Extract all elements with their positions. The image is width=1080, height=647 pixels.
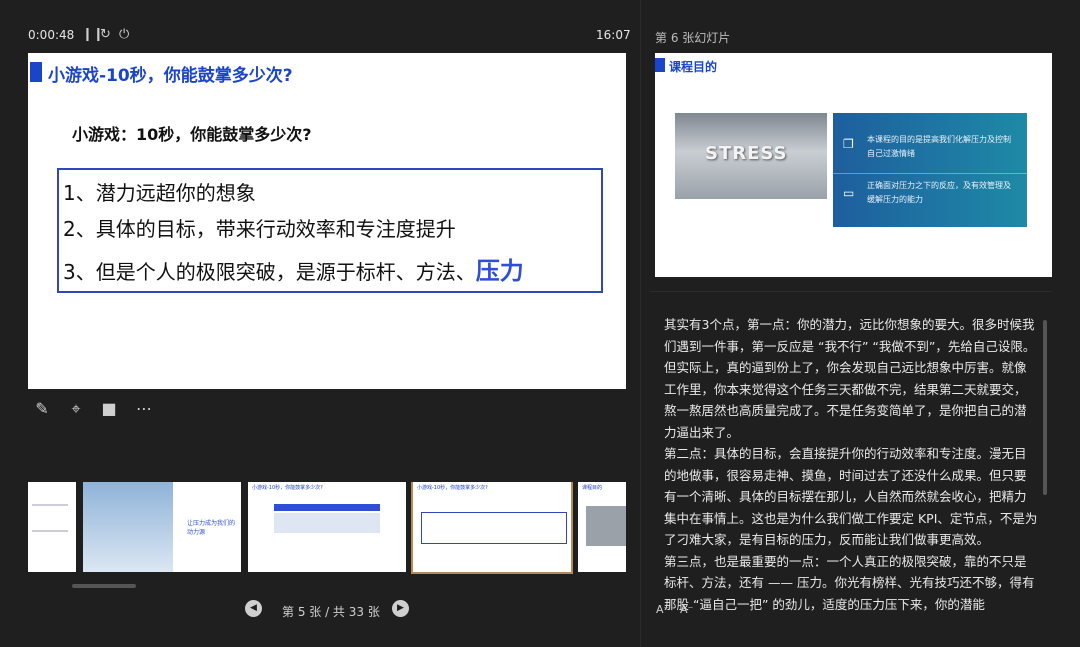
next-slide-label: 第 6 张幻灯片 <box>655 31 731 45</box>
speaker-notes[interactable]: 其实有3个点，第一点：你的潜力，远比你想象的要大。很多时候我们遇到一件事，第一反… <box>664 314 1038 615</box>
power-icon[interactable]: ⏻ <box>119 27 129 42</box>
point-1: 1、潜力远超你的想象 <box>63 181 256 205</box>
point-3: 3、但是个人的极限突破，是源于标杆、方法、压力 <box>63 251 524 286</box>
notes-paragraph-2: 第二点：具体的目标，会直接提升你的行动效率和专注度。漫无目的地做事，很容易走神、… <box>664 446 1038 547</box>
slide-title: 小游戏-10秒，你能鼓掌多少次? <box>48 66 293 86</box>
point-3-highlight: 压力 <box>475 257 524 285</box>
document-icon: ❐ <box>843 137 854 151</box>
thumbnail-6-current[interactable]: 小游戏-10秒，你能鼓掌多少次? <box>411 482 573 574</box>
thumbnail-scrollbar[interactable] <box>28 584 626 588</box>
slide-counter: 第 5 张 / 共 33 张 <box>282 605 380 619</box>
thumbnail-6-title: 小游戏-10秒，你能鼓掌多少次? <box>417 485 488 491</box>
scroll-thumb[interactable] <box>72 584 136 588</box>
stress-word: STRESS <box>705 143 788 164</box>
notes-paragraph-3: 第三点，也是最重要的一点：一个人真正的极限突破，靠的不只是标杆、方法，还有 ——… <box>664 553 1035 612</box>
thumbnail-4-title: 让压力成为我们的动力源 <box>187 520 236 536</box>
restart-icon[interactable]: ↻ <box>100 27 111 42</box>
next-slide-button[interactable]: ▶ <box>392 600 409 617</box>
notes-paragraph-1: 其实有3个点，第一点：你的潜力，远比你想象的要大。很多时候我们遇到一件事，第一反… <box>664 317 1036 440</box>
point-3-text: 3、但是个人的极限突破，是源于标杆、方法、 <box>63 260 476 284</box>
prev-slide-button[interactable]: ◀ <box>245 600 262 617</box>
next-slide-title: 课程目的 <box>669 60 718 74</box>
slide-subtitle: 小游戏：10秒，你能鼓掌多少次? <box>72 125 312 144</box>
thumbnail-3[interactable] <box>28 482 76 572</box>
font-decrease-button[interactable]: A⁻ <box>680 603 693 616</box>
clock: 16:07 <box>596 28 631 42</box>
stress-image: STRESS <box>675 113 827 199</box>
camera-icon[interactable]: ■ <box>99 400 119 418</box>
purpose-panel: ❐ 本课程的目的是提高我们化解压力及控制自己过激情绪 ▭ 正确面对压力之下的反应… <box>833 113 1027 227</box>
sky-image <box>83 482 173 572</box>
current-slide[interactable]: 小游戏-10秒，你能鼓掌多少次? 小游戏：10秒，你能鼓掌多少次? 1、潜力远超… <box>28 53 626 389</box>
purpose-point-1: 本课程的目的是提高我们化解压力及控制自己过激情绪 <box>867 135 1011 158</box>
pane-divider[interactable] <box>640 0 641 647</box>
thumbnail-5-title: 小游戏-10秒，你能鼓掌多少次? <box>252 485 323 491</box>
panel-divider <box>833 173 1027 174</box>
next-slide-preview: 课程目的 STRESS ❐ 本课程的目的是提高我们化解压力及控制自己过激情绪 ▭… <box>655 53 1052 277</box>
point-2: 2、具体的目标，带来行动效率和专注度提升 <box>63 217 456 241</box>
laser-target-icon[interactable]: ⌖ <box>66 400 86 418</box>
monitor-icon: ▭ <box>843 186 855 200</box>
title-accent-bar <box>655 58 665 72</box>
more-icon[interactable]: ⋯ <box>134 400 154 418</box>
purpose-point-2: 正确面对压力之下的反应，及有效管理及缓解压力的能力 <box>867 181 1011 204</box>
title-accent-bar <box>30 62 42 82</box>
thumbnail-7[interactable]: 课程目的 <box>578 482 626 572</box>
font-increase-button[interactable]: A⁺ <box>656 603 669 616</box>
notes-divider <box>650 291 1052 292</box>
thumbnail-strip[interactable]: 让压力成为我们的动力源 小游戏-10秒，你能鼓掌多少次? 小游戏-10秒，你能鼓… <box>28 482 626 574</box>
thumbnail-7-title: 课程目的 <box>582 485 603 491</box>
notes-scrollbar[interactable] <box>1043 320 1047 495</box>
thumbnail-4[interactable]: 让压力成为我们的动力源 <box>83 482 241 572</box>
elapsed-timer: 0:00:48 <box>28 28 75 42</box>
thumbnail-5[interactable]: 小游戏-10秒，你能鼓掌多少次? <box>248 482 406 572</box>
pen-icon[interactable]: ✎ <box>32 400 52 418</box>
